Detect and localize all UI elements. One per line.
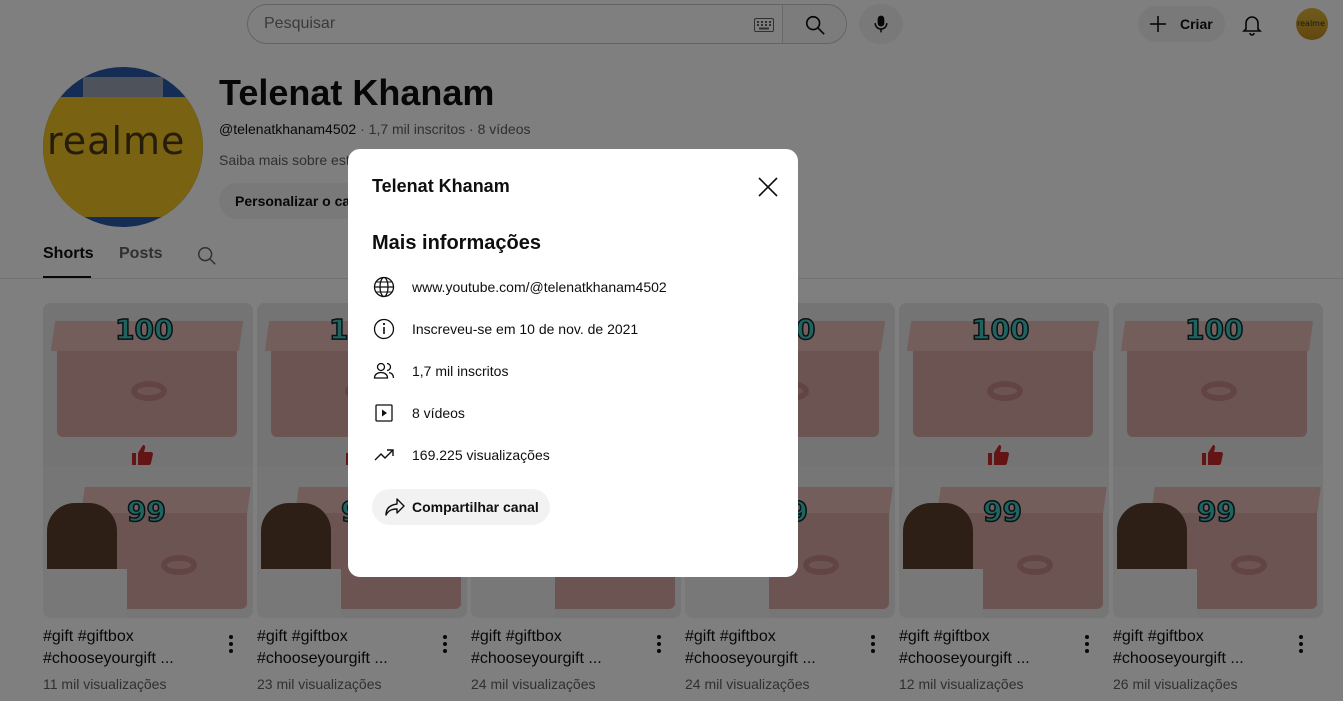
about-dialog: Telenat Khanam Mais informações www.yout… [348, 149, 798, 577]
subscribers-info: 1,7 mil inscritos [412, 363, 509, 379]
info-icon [373, 318, 395, 340]
play-icon [375, 404, 393, 422]
info-row-subscribers: 1,7 mil inscritos [372, 359, 772, 383]
info-row-url: www.youtube.com/@telenatkhanam4502 [372, 275, 772, 299]
views-info: 169.225 visualizações [412, 447, 550, 463]
share-channel-button[interactable]: Compartilhar canal [372, 489, 550, 525]
trending-icon [374, 449, 394, 461]
globe-icon [373, 276, 395, 298]
joined-date: Inscreveu-se em 10 de nov. de 2021 [412, 321, 639, 337]
dialog-heading: Mais informações [372, 232, 541, 254]
people-icon [373, 362, 395, 379]
channel-url[interactable]: www.youtube.com/@telenatkhanam4502 [412, 279, 667, 295]
info-row-videos: 8 vídeos [372, 401, 772, 425]
share-icon [385, 498, 405, 516]
info-row-views: 169.225 visualizações [372, 443, 772, 467]
close-icon[interactable] [752, 171, 784, 203]
info-row-joined: Inscreveu-se em 10 de nov. de 2021 [372, 317, 772, 341]
videos-info: 8 vídeos [412, 405, 465, 421]
dialog-title: Telenat Khanam [372, 176, 510, 196]
